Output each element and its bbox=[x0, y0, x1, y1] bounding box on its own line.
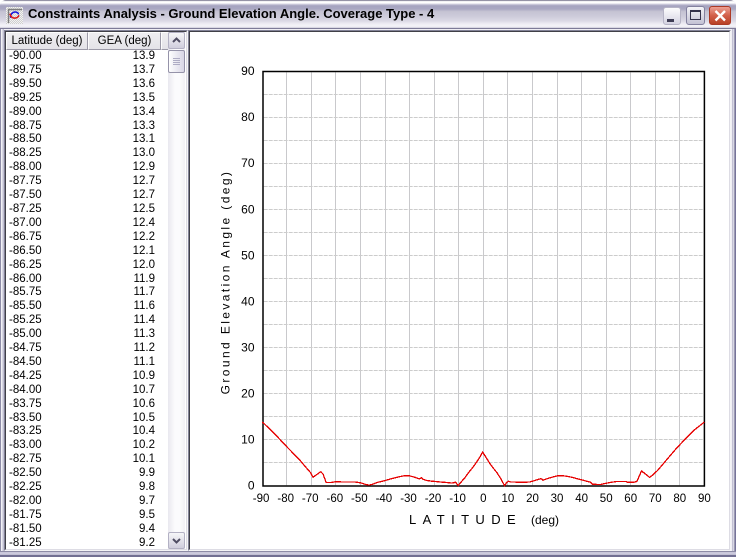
svg-text:LATITUDE: LATITUDE bbox=[409, 512, 522, 527]
svg-text:90: 90 bbox=[698, 493, 711, 505]
svg-text:50: 50 bbox=[241, 248, 255, 262]
svg-text:30: 30 bbox=[241, 340, 255, 354]
svg-text:20: 20 bbox=[241, 387, 255, 401]
svg-text:90: 90 bbox=[241, 64, 255, 78]
svg-text:10: 10 bbox=[241, 433, 255, 447]
svg-text:-40: -40 bbox=[376, 493, 393, 505]
svg-text:-60: -60 bbox=[326, 493, 343, 505]
svg-text:40: 40 bbox=[575, 493, 588, 505]
svg-text:60: 60 bbox=[624, 493, 637, 505]
svg-text:70: 70 bbox=[649, 493, 662, 505]
svg-text:10: 10 bbox=[502, 493, 515, 505]
svg-text:0: 0 bbox=[480, 493, 486, 505]
svg-text:80: 80 bbox=[241, 110, 255, 124]
svg-text:0: 0 bbox=[248, 479, 255, 493]
svg-text:70: 70 bbox=[241, 156, 255, 170]
svg-text:-30: -30 bbox=[400, 493, 417, 505]
svg-text:-90: -90 bbox=[253, 493, 270, 505]
svg-text:-20: -20 bbox=[425, 493, 442, 505]
svg-text:30: 30 bbox=[551, 493, 564, 505]
svg-text:-50: -50 bbox=[351, 493, 368, 505]
svg-text:-70: -70 bbox=[302, 493, 319, 505]
svg-text:40: 40 bbox=[241, 294, 255, 308]
svg-text:50: 50 bbox=[600, 493, 613, 505]
svg-text:-10: -10 bbox=[449, 493, 466, 505]
svg-text:80: 80 bbox=[673, 493, 686, 505]
svg-text:Ground Elevation Angle (deg): Ground Elevation Angle (deg) bbox=[219, 170, 233, 395]
svg-text:-80: -80 bbox=[277, 493, 294, 505]
svg-text:20: 20 bbox=[526, 493, 539, 505]
svg-text:(deg): (deg) bbox=[531, 513, 559, 527]
svg-text:60: 60 bbox=[241, 202, 255, 216]
